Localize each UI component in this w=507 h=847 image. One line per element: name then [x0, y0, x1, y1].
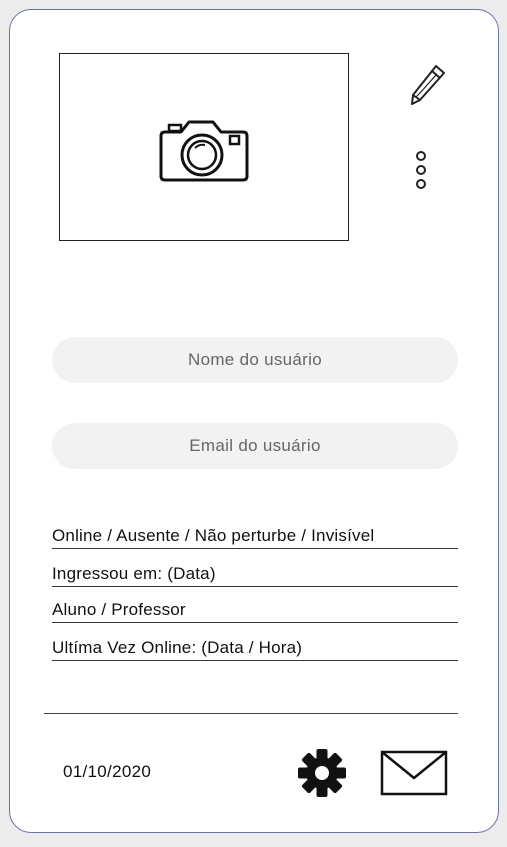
- footer-date: 01/10/2020: [63, 762, 152, 781]
- role-label: Aluno / Professor: [52, 600, 458, 623]
- camera-icon: [159, 120, 249, 182]
- message-button[interactable]: [380, 750, 448, 796]
- settings-button[interactable]: [296, 747, 348, 799]
- gear-icon: [298, 749, 346, 797]
- last-online-label: Ultíma Vez Online: (Data / Hora): [52, 638, 458, 661]
- joined-date-label: Ingressou em: (Data): [52, 564, 458, 587]
- profile-card: Online / Ausente / Não perturbe / Invisí…: [9, 9, 499, 833]
- username-field[interactable]: [52, 337, 458, 383]
- envelope-icon: [380, 750, 448, 796]
- pencil-icon: [411, 65, 445, 105]
- more-options-button[interactable]: [412, 150, 430, 198]
- edit-button[interactable]: [408, 62, 448, 108]
- footer-divider: [44, 713, 458, 714]
- vertical-ellipsis-icon: [416, 151, 426, 189]
- status-options[interactable]: Online / Ausente / Não perturbe / Invisí…: [52, 526, 458, 549]
- profile-photo-placeholder[interactable]: [59, 53, 349, 241]
- email-field[interactable]: [52, 423, 458, 469]
